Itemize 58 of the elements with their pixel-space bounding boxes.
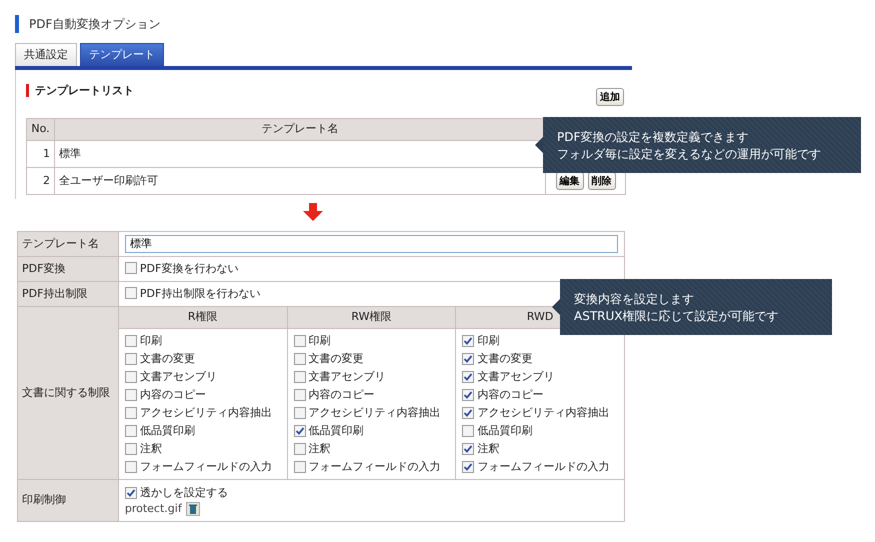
checkbox[interactable]: 低品質印刷 [124,422,195,440]
table-cell: 2 [26,167,54,194]
check-icon [463,336,474,346]
checkbox[interactable]: 内容のコピー [462,386,544,404]
checkbox[interactable]: 低品質印刷 [462,422,532,440]
checkbox[interactable]: PDF持出制限を行わない [124,284,260,302]
table-cell: 1 [26,140,54,168]
checkbox[interactable]: アクセシビリティ内容抽出 [462,404,610,422]
check-icon [463,354,474,364]
checkbox[interactable]: 文書アセンブリ [124,368,217,386]
checkbox[interactable]: アクセシビリティ内容抽出 [294,404,441,422]
add-button[interactable]: 追加 [596,88,624,106]
column-header: テンプレート名 [54,118,546,140]
tab[interactable]: 共通設定 [15,43,77,66]
trash-icon[interactable] [186,502,200,516]
check-icon [463,408,474,418]
checkbox[interactable]: 内容のコピー [124,386,206,404]
check-icon [126,488,136,498]
check-icon [463,462,474,472]
field-label: 印刷制御 [18,479,118,522]
check-icon [463,444,474,454]
page-title: PDF自動変換オプション [15,15,315,34]
file-name: protect.gif [124,502,182,516]
field-label: 文書に関する制限 [18,306,118,480]
field-label: PDF変換 [18,256,118,282]
template-name-field[interactable]: 標準 [124,234,618,253]
section-heading: テンプレートリスト [26,84,134,97]
checkbox[interactable]: 内容のコピー [294,386,375,404]
checkbox[interactable]: 透かしを設定する [124,484,228,502]
checkbox[interactable]: 注釈 [294,440,331,458]
check-icon [294,426,305,436]
checkbox[interactable]: 文書の変更 [124,350,195,368]
column-header: R権限 [118,306,288,328]
checkbox[interactable]: 印刷 [462,332,500,350]
tooltip-pointer [535,137,543,153]
check-icon [463,390,474,400]
checkbox[interactable]: PDF変換を行わない [124,259,238,278]
checkbox[interactable]: フォームフィールドの入力 [124,458,272,476]
checkbox[interactable]: 低品質印刷 [294,422,364,440]
field-label: テンプレート名 [18,231,118,256]
column-header: RW権限 [287,306,456,328]
checkbox[interactable]: 文書の変更 [462,350,532,368]
checkbox[interactable]: フォームフィールドの入力 [462,458,610,476]
checkbox[interactable]: 印刷 [294,332,331,350]
field-label: PDF持出制限 [18,281,118,306]
checkbox[interactable]: 文書アセンブリ [462,368,554,386]
check-icon [463,372,474,382]
checkbox[interactable]: 注釈 [462,440,500,458]
checkbox[interactable]: 文書アセンブリ [294,368,386,386]
checkbox[interactable]: アクセシビリティ内容抽出 [124,404,272,422]
checkbox[interactable]: 注釈 [124,440,162,458]
tab[interactable]: テンプレート [80,43,164,66]
checkbox[interactable]: 文書の変更 [294,350,364,368]
tooltip-pointer [552,299,560,315]
checkbox[interactable]: 印刷 [124,332,162,350]
down-arrow-icon [303,202,323,221]
checkbox[interactable]: フォームフィールドの入力 [294,458,441,476]
column-header: No. [26,118,54,140]
